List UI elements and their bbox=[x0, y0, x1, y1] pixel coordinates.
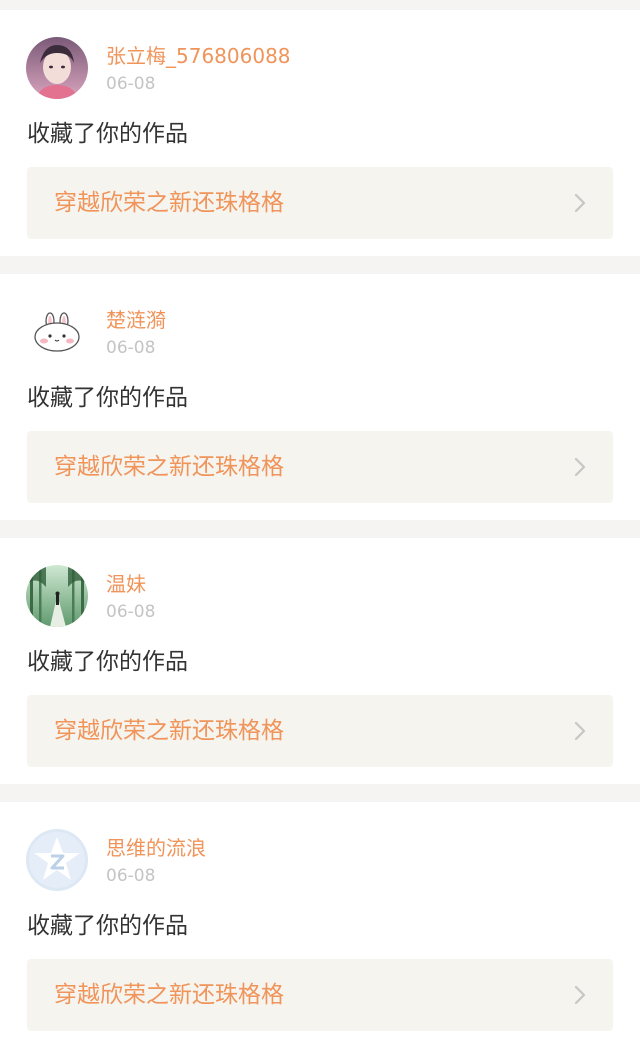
username[interactable]: 张立梅_576806088 bbox=[106, 44, 291, 68]
action-text: 收藏了你的作品 bbox=[27, 385, 188, 411]
notification-card: 楚涟漪 06-08 收藏了你的作品 穿越欣荣之新还珠格格 bbox=[0, 274, 640, 520]
chevron-right-icon bbox=[574, 193, 586, 213]
bunny-avatar-icon bbox=[26, 301, 88, 363]
chevron-right-icon bbox=[574, 985, 586, 1005]
username[interactable]: 温妹 bbox=[106, 572, 146, 596]
work-title: 穿越欣荣之新还珠格格 bbox=[54, 454, 284, 480]
user-avatar[interactable] bbox=[26, 565, 88, 627]
work-link[interactable]: 穿越欣荣之新还珠格格 bbox=[27, 695, 613, 767]
action-text: 收藏了你的作品 bbox=[27, 121, 188, 147]
username[interactable]: 楚涟漪 bbox=[106, 308, 166, 332]
user-avatar[interactable] bbox=[26, 301, 88, 363]
notification-card: 思维的流浪 06-08 收藏了你的作品 穿越欣荣之新还珠格格 bbox=[0, 802, 640, 1045]
timestamp: 06-08 bbox=[106, 74, 156, 94]
timestamp: 06-08 bbox=[106, 866, 156, 886]
forest-path-avatar-icon bbox=[26, 565, 88, 627]
work-link[interactable]: 穿越欣荣之新还珠格格 bbox=[27, 959, 613, 1031]
work-link[interactable]: 穿越欣荣之新还珠格格 bbox=[27, 167, 613, 239]
timestamp: 06-08 bbox=[106, 338, 156, 358]
work-title: 穿越欣荣之新还珠格格 bbox=[54, 982, 284, 1008]
chevron-right-icon bbox=[574, 721, 586, 741]
chevron-right-icon bbox=[574, 457, 586, 477]
user-avatar[interactable] bbox=[26, 829, 88, 891]
work-link[interactable]: 穿越欣荣之新还珠格格 bbox=[27, 431, 613, 503]
notification-card: 温妹 06-08 收藏了你的作品 穿越欣荣之新还珠格格 bbox=[0, 538, 640, 784]
default-z-star-avatar-icon bbox=[26, 829, 88, 891]
username[interactable]: 思维的流浪 bbox=[106, 836, 206, 860]
user-avatar[interactable] bbox=[26, 37, 88, 99]
action-text: 收藏了你的作品 bbox=[27, 913, 188, 939]
notification-feed: 张立梅_576806088 06-08 收藏了你的作品 穿越欣荣之新还珠格格 楚… bbox=[0, 0, 640, 1045]
action-text: 收藏了你的作品 bbox=[27, 649, 188, 675]
timestamp: 06-08 bbox=[106, 602, 156, 622]
user-photo-avatar-icon bbox=[26, 37, 88, 99]
work-title: 穿越欣荣之新还珠格格 bbox=[54, 190, 284, 216]
work-title: 穿越欣荣之新还珠格格 bbox=[54, 718, 284, 744]
notification-card: 张立梅_576806088 06-08 收藏了你的作品 穿越欣荣之新还珠格格 bbox=[0, 10, 640, 256]
